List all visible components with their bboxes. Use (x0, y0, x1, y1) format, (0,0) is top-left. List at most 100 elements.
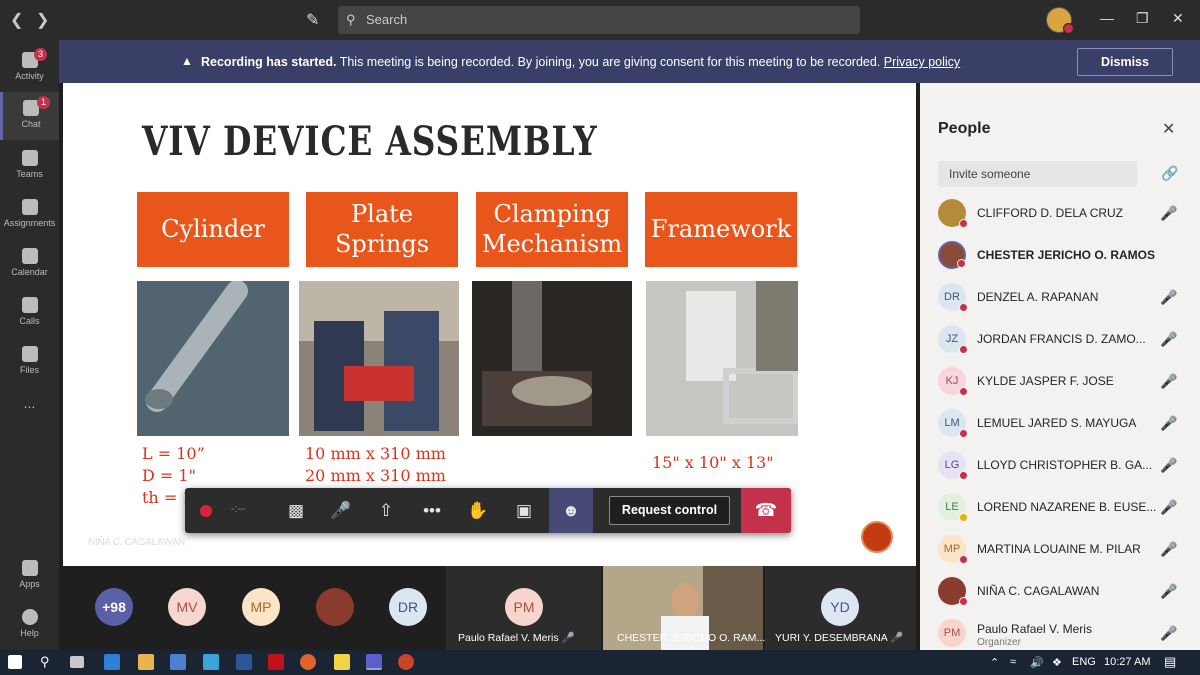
store-icon[interactable] (170, 654, 186, 670)
mic-off-icon[interactable]: 🎤 (1160, 625, 1177, 642)
search-input[interactable]: ⚲ Search (338, 6, 860, 34)
rail-item-calls[interactable]: Calls (0, 289, 59, 337)
rail-item-chat[interactable]: Chat 1 (0, 92, 59, 140)
wifi-icon[interactable]: ≈ (1010, 656, 1016, 668)
search-icon[interactable]: ⚲ (40, 654, 50, 670)
spec-line: 10 mm x 310 mm (305, 444, 446, 463)
avatar-initials: KJ (945, 375, 959, 387)
share-screen-icon[interactable]: ⇧ (366, 488, 406, 533)
more-actions-icon[interactable]: ••• (412, 488, 452, 533)
participant-name: NIÑA C. CAGALAWAN (977, 584, 1100, 598)
task-view-icon[interactable] (70, 656, 84, 668)
chevron-right-icon[interactable]: ❯ (36, 10, 49, 30)
mic-off-icon[interactable]: 🎤 (1160, 583, 1177, 600)
powerpoint-icon[interactable] (398, 654, 414, 670)
sticky-notes-icon[interactable] (334, 654, 350, 670)
avatar: LG (938, 451, 968, 480)
hang-up-button[interactable]: ☎ (741, 488, 791, 533)
rail-item-help[interactable]: Help (0, 601, 59, 649)
netflix-icon[interactable] (268, 654, 284, 670)
box-line: Plate (351, 200, 413, 229)
mic-off-icon[interactable]: 🎤 (1160, 457, 1177, 474)
word-icon[interactable] (236, 654, 252, 670)
participants-icon[interactable]: ☻ (549, 488, 593, 533)
close-icon[interactable]: ✕ (1162, 119, 1175, 139)
teams-taskbar-icon[interactable] (366, 654, 382, 670)
rail-item-calendar[interactable]: Calendar (0, 240, 59, 288)
drill-illustration (472, 281, 632, 436)
status-dot (959, 219, 968, 228)
participant-row[interactable]: PM Paulo Rafael V. Meris Organizer 🎤 (920, 613, 1200, 650)
rail-item-teams[interactable]: Teams (0, 142, 59, 190)
rail-label: Calendar (11, 267, 48, 277)
participant-row[interactable]: LM LEMUEL JARED S. MAYUGA 🎤 (920, 403, 1200, 445)
close-window-icon[interactable]: ✕ (1172, 10, 1184, 27)
raise-hand-icon[interactable]: ✋ (458, 488, 498, 533)
dropbox-icon[interactable]: ❖ (1052, 656, 1062, 669)
banner-bold: Recording has started. (201, 55, 337, 69)
participant-row[interactable]: LE LOREND NAZARENE B. EUSE... 🎤 (920, 487, 1200, 529)
participant-row[interactable]: CLIFFORD D. DELA CRUZ 🎤 (920, 193, 1200, 235)
avatar: DR (389, 588, 427, 626)
volume-icon[interactable]: 🔊 (1030, 656, 1044, 669)
mic-off-icon[interactable]: 🎤 (321, 488, 361, 533)
participant-name: LLOYD CHRISTOPHER B. GA... (977, 458, 1153, 472)
avatar-initials: LG (944, 459, 960, 471)
request-control-button[interactable]: Request control (609, 496, 730, 525)
participant-row[interactable]: LG LLOYD CHRISTOPHER B. GA... 🎤 (920, 445, 1200, 487)
file-explorer-icon[interactable] (138, 654, 154, 670)
camera-off-icon[interactable]: ▩ (276, 488, 316, 533)
avatar: LE (938, 493, 968, 522)
avatar-initials: JZ (945, 333, 959, 345)
slide-nav-dot[interactable] (861, 521, 893, 553)
meeting-controls: -:-- ▩ 🎤 ⇧ ••• ✋ ▣ ☻ Request control ☎ (185, 488, 791, 533)
chevron-left-icon[interactable]: ❮ (10, 10, 23, 30)
participant-row[interactable]: NIÑA C. CAGALAWAN 🎤 (920, 571, 1200, 613)
mic-off-icon[interactable]: 🎤 (1160, 499, 1177, 516)
mic-off-icon[interactable]: 🎤 (1160, 205, 1177, 222)
avatar: PM (938, 619, 966, 647)
apps-icon (21, 560, 38, 576)
chat-panel-icon[interactable]: ▣ (504, 488, 544, 533)
privacy-policy-link[interactable]: Privacy policy (884, 55, 960, 69)
maximize-icon[interactable]: ❐ (1136, 10, 1149, 27)
profile-avatar[interactable] (1046, 7, 1074, 34)
overflow-participants[interactable]: +98 (95, 588, 133, 626)
participant-row[interactable]: KJ KYLDE JASPER F. JOSE 🎤 (920, 361, 1200, 403)
more-apps-icon[interactable]: ... (0, 395, 59, 443)
spec-line: D = 1" (142, 466, 196, 485)
rail-item-assignments[interactable]: Assignments (0, 191, 59, 239)
status-dot (957, 259, 966, 268)
windows-start-icon[interactable] (8, 655, 22, 669)
language-indicator[interactable]: ENG (1072, 656, 1096, 668)
rail-item-files[interactable]: Files (0, 338, 59, 386)
clock[interactable]: 10:27 AM (1104, 656, 1150, 668)
rail-item-activity[interactable]: Activity 3 (0, 44, 59, 92)
participant-row[interactable]: JZ JORDAN FRANCIS D. ZAMO... 🎤 (920, 319, 1200, 361)
participant-role: Organizer (977, 637, 1021, 648)
edge-icon[interactable] (104, 654, 120, 670)
status-dot (959, 387, 968, 396)
mic-off-icon[interactable]: 🎤 (1160, 331, 1177, 348)
participant-row[interactable]: MP MARTINA LOUAINE M. PILAR 🎤 (920, 529, 1200, 571)
link-icon[interactable]: 🔗 (1161, 165, 1178, 182)
participant-row[interactable]: CHESTER JERICHO O. RAMOS (920, 235, 1200, 277)
mic-off-icon[interactable]: 🎤 (1160, 415, 1177, 432)
mic-off-icon[interactable]: 🎤 (1160, 541, 1177, 558)
rail-item-apps[interactable]: Apps (0, 552, 59, 600)
avatar: DR (938, 283, 968, 312)
slide-title: VIV DEVICE ASSEMBLY (142, 118, 598, 165)
mic-off-icon[interactable]: 🎤 (1160, 289, 1177, 306)
avatar: MP (938, 535, 968, 564)
compose-icon[interactable]: ✎ (306, 10, 326, 30)
participant-row[interactable]: DR DENZEL A. RAPANAN 🎤 (920, 277, 1200, 319)
mic-off-icon[interactable]: 🎤 (1160, 373, 1177, 390)
app-icon[interactable] (203, 654, 219, 670)
notification-icon[interactable]: ▤ (1164, 654, 1176, 670)
chevron-up-icon[interactable]: ⌃ (990, 656, 999, 669)
banner-body: This meeting is being recorded. By joini… (336, 55, 884, 69)
dismiss-button[interactable]: Dismiss (1077, 48, 1173, 76)
firefox-icon[interactable] (300, 654, 316, 670)
invite-input[interactable]: Invite someone (938, 161, 1137, 187)
minimize-icon[interactable]: — (1100, 10, 1114, 26)
